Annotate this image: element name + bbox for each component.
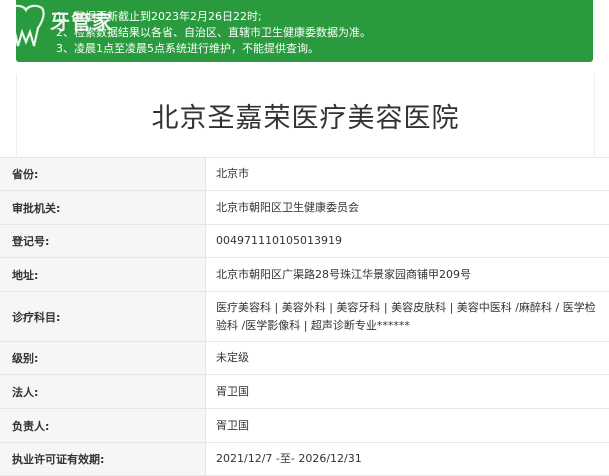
row-value: 胥卫国 bbox=[206, 409, 609, 443]
row-value: 北京市朝阳区卫生健康委员会 bbox=[206, 191, 609, 225]
table-row: 登记号: 004971110105013919 bbox=[0, 225, 609, 258]
notice-line: 2、检索数据结果以各省、自治区、直辖市卫生健康委数据为准。 bbox=[56, 24, 371, 40]
row-label: 审批机关: bbox=[0, 191, 206, 225]
table-row: 诊疗科目: 医疗美容科 | 美容外科 | 美容牙科 | 美容皮肤科 | 美容中医… bbox=[0, 292, 609, 342]
notice-line: 3、凌晨1点至凌晨5点系统进行维护，不能提供查询。 bbox=[56, 40, 319, 56]
info-table: 省份: 北京市 审批机关: 北京市朝阳区卫生健康委员会 登记号: 0049711… bbox=[0, 157, 609, 476]
row-value: 胥卫国 bbox=[206, 375, 609, 409]
row-value: 北京市朝阳区广渠路28号珠江华景家园商铺甲209号 bbox=[206, 258, 609, 292]
table-row: 执业许可证有效期: 2021/12/7 -至- 2026/12/31 bbox=[0, 443, 609, 476]
row-label: 诊疗科目: bbox=[0, 292, 206, 342]
row-value: 004971110105013919 bbox=[206, 225, 609, 258]
table-row: 地址: 北京市朝阳区广渠路28号珠江华景家园商铺甲209号 bbox=[0, 258, 609, 292]
row-label: 负责人: bbox=[0, 409, 206, 443]
row-label: 地址: bbox=[0, 258, 206, 292]
table-row: 级别: 未定级 bbox=[0, 342, 609, 375]
row-label: 执业许可证有效期: bbox=[0, 443, 206, 476]
row-value: 北京市 bbox=[206, 158, 609, 191]
table-row: 负责人: 胥卫国 bbox=[0, 409, 609, 443]
row-label: 级别: bbox=[0, 342, 206, 375]
page-title: 北京圣嘉荣医疗美容医院 bbox=[152, 96, 460, 135]
title-section: 北京圣嘉荣医疗美容医院 bbox=[16, 74, 595, 156]
notice-banner: 1、数据更新截止到2023年2月26日22时; 2、检索数据结果以各省、自治区、… bbox=[16, 0, 593, 62]
row-value: 未定级 bbox=[206, 342, 609, 375]
table-row: 审批机关: 北京市朝阳区卫生健康委员会 bbox=[0, 191, 609, 225]
row-label: 省份: bbox=[0, 158, 206, 191]
row-value: 2021/12/7 -至- 2026/12/31 bbox=[206, 443, 609, 476]
row-label: 法人: bbox=[0, 375, 206, 409]
table-row: 省份: 北京市 bbox=[0, 158, 609, 191]
notice-line: 1、数据更新截止到2023年2月26日22时; bbox=[56, 8, 262, 24]
table-row: 法人: 胥卫国 bbox=[0, 375, 609, 409]
row-label: 登记号: bbox=[0, 225, 206, 258]
row-value: 医疗美容科 | 美容外科 | 美容牙科 | 美容皮肤科 | 美容中医科 /麻醉科… bbox=[206, 292, 609, 342]
